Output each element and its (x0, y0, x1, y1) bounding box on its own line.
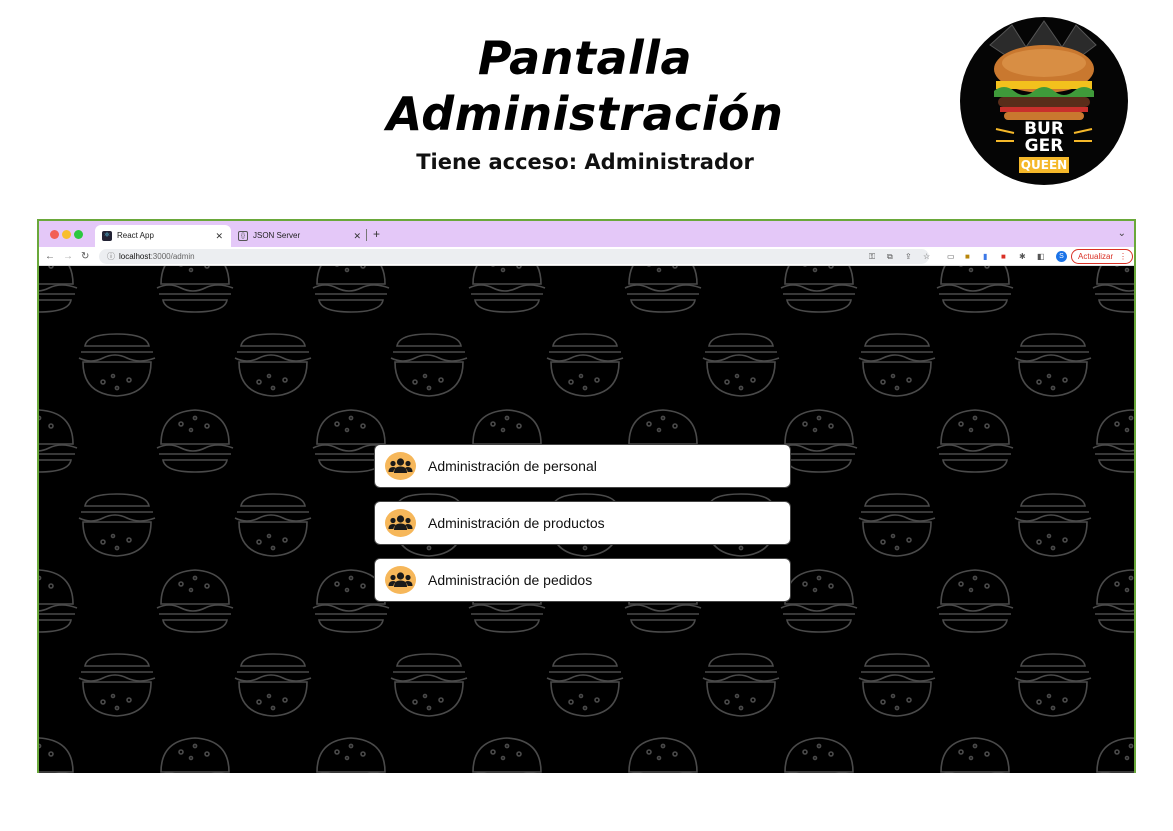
reload-icon[interactable]: ↻ (81, 247, 89, 266)
users-icon (385, 509, 416, 537)
puzzle-icon[interactable]: ✱ (1019, 247, 1026, 266)
back-arrow-icon[interactable]: ← (45, 247, 55, 266)
address-bar[interactable]: ⓘ localhost:3000/admin (99, 249, 929, 264)
menu-item-pedidos[interactable]: Administración de pedidos (374, 558, 791, 602)
extension-icon[interactable]: ■ (965, 247, 970, 266)
tab-divider (366, 229, 367, 241)
address-host: localhost (119, 252, 151, 261)
tab-label: JSON Server (253, 231, 301, 240)
slide-title-line-2: Administración (386, 87, 784, 141)
share-icon[interactable]: ⇪ (905, 247, 912, 266)
key-icon[interactable]: ⚿ (869, 247, 875, 266)
extension-icon[interactable]: ■ (1001, 247, 1006, 266)
menu-item-productos[interactable]: Administración de productos (374, 501, 791, 545)
star-icon[interactable]: ☆ (923, 247, 930, 266)
close-window-button[interactable] (50, 230, 59, 239)
reader-icon[interactable]: ▭ (947, 247, 955, 266)
update-label: Actualizar (1078, 252, 1114, 261)
slide-title-line-1: Pantalla (477, 31, 693, 85)
json-icon: {} (238, 231, 248, 241)
sidebar-icon[interactable]: ◧ (1037, 247, 1045, 266)
logo-text-line-3: QUEEN (1019, 157, 1069, 173)
close-icon[interactable]: ✕ (215, 225, 223, 247)
users-icon (385, 452, 416, 480)
browser-toolbar: ← → ↻ ⓘ localhost:3000/admin ⚿ ⧉ ⇪ ☆ ▭ ■ … (39, 247, 1134, 266)
info-icon[interactable]: ⓘ (107, 252, 115, 261)
profile-avatar[interactable]: S (1056, 251, 1067, 262)
users-icon (385, 566, 416, 594)
slide-title: Pantalla Administración (340, 30, 830, 142)
logo-text-line-2: GER (1024, 136, 1064, 156)
tab-bar: ⚛ React App ✕ {} JSON Server ✕ + ⌄ (39, 221, 1134, 247)
chevron-down-icon[interactable]: ⌄ (1118, 221, 1126, 247)
react-icon: ⚛ (102, 231, 112, 241)
burger-queen-logo: BUR GER QUEEN (960, 17, 1128, 185)
menu-item-personal[interactable]: Administración de personal (374, 444, 791, 488)
kebab-menu-icon: ⋮ (1119, 252, 1127, 261)
minimize-window-button[interactable] (62, 230, 71, 239)
menu-item-label: Administración de productos (428, 515, 605, 531)
extension-icon[interactable]: ▮ (983, 247, 987, 266)
slide-subtitle: Tiene acceso: Administrador (416, 150, 754, 174)
new-tab-button[interactable]: + (373, 221, 380, 247)
browser-window: ⚛ React App ✕ {} JSON Server ✕ + ⌄ ← → ↻… (37, 219, 1136, 773)
tab-label: React App (117, 231, 154, 240)
maximize-window-button[interactable] (74, 230, 83, 239)
tab-json-server[interactable]: {} JSON Server ✕ (231, 225, 369, 247)
close-icon[interactable]: ✕ (353, 225, 361, 247)
translate-icon[interactable]: ⧉ (887, 247, 893, 266)
page-viewport: Administración de personal Administració… (39, 266, 1134, 773)
address-path: :3000/admin (150, 252, 195, 261)
menu-item-label: Administración de personal (428, 458, 597, 474)
update-button[interactable]: Actualizar ⋮ (1071, 249, 1133, 264)
menu-item-label: Administración de pedidos (428, 572, 593, 588)
forward-arrow-icon[interactable]: → (63, 247, 73, 266)
tab-react-app[interactable]: ⚛ React App ✕ (95, 225, 231, 247)
